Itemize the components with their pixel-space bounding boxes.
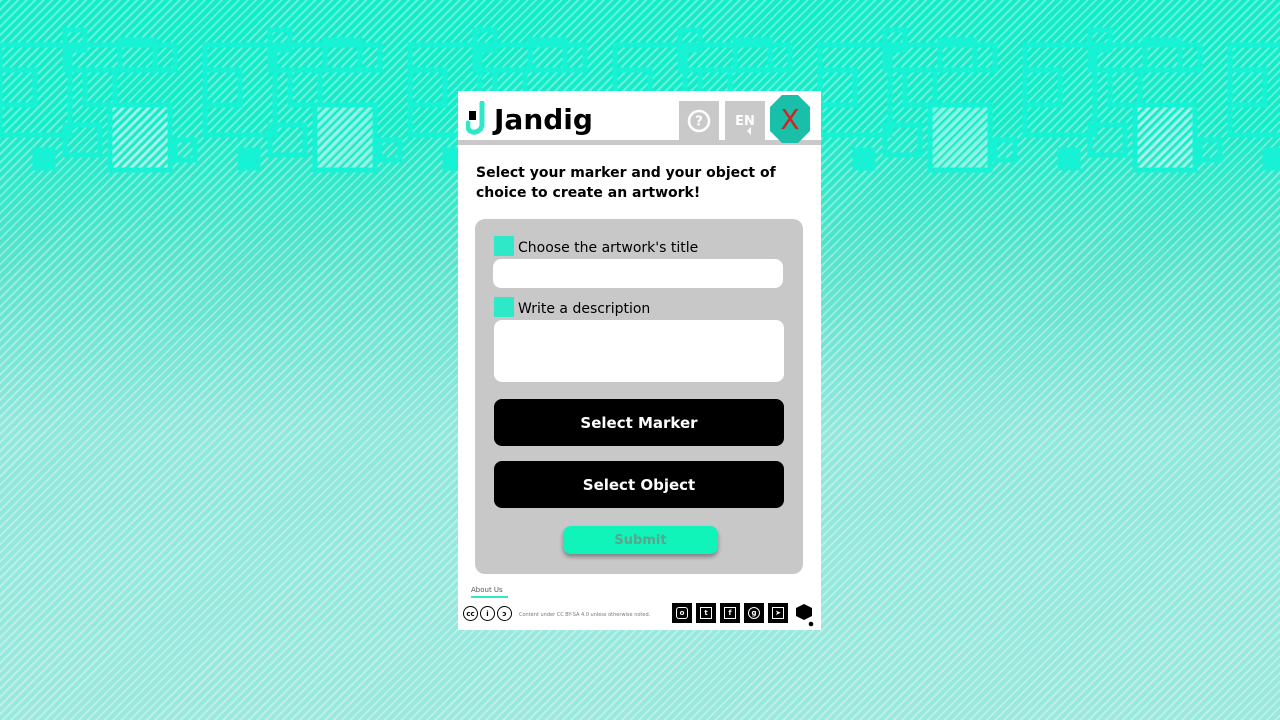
- facebook-link[interactable]: f: [720, 603, 740, 623]
- cc-license-badge[interactable]: cc i ↄ: [463, 606, 514, 621]
- close-button[interactable]: X: [770, 95, 810, 143]
- intro-text: Select your marker and your object of ch…: [476, 165, 776, 201]
- jandig-logo-icon: [466, 101, 485, 135]
- by-icon: i: [480, 606, 495, 621]
- description-field-label: Write a description: [494, 297, 650, 317]
- description-label-text: Write a description: [518, 301, 651, 317]
- description-textarea[interactable]: [494, 320, 784, 382]
- title-field-label: Choose the artwork's title: [494, 236, 698, 256]
- instagram-icon: o: [676, 607, 688, 619]
- jandig-logo[interactable]: Jandig: [466, 101, 593, 137]
- social-links: o t f g ➤: [672, 603, 792, 623]
- app-name: Jandig: [494, 102, 593, 136]
- about-us-link[interactable]: About Us: [471, 586, 508, 598]
- language-label: EN: [735, 113, 755, 129]
- header: Jandig ? EN X: [458, 91, 821, 145]
- close-icon: X: [780, 102, 800, 136]
- description-label-marker: [494, 297, 514, 317]
- github-link[interactable]: g: [744, 603, 764, 623]
- sa-icon: ↄ: [497, 606, 512, 621]
- select-marker-button[interactable]: Select Marker: [494, 399, 784, 446]
- twitter-icon: t: [700, 607, 712, 619]
- cc-icon: cc: [463, 606, 478, 621]
- title-input[interactable]: [493, 259, 783, 288]
- title-label-marker: [494, 236, 514, 256]
- facebook-icon: f: [724, 607, 736, 619]
- help-icon: ?: [687, 109, 711, 133]
- instagram-link[interactable]: o: [672, 603, 692, 623]
- github-icon: g: [748, 607, 760, 619]
- telegram-icon: ➤: [772, 607, 784, 619]
- language-button[interactable]: EN: [725, 101, 765, 141]
- artwork-panel: Jandig ? EN X Select your marker and you…: [458, 91, 821, 630]
- telegram-link[interactable]: ➤: [768, 603, 788, 623]
- select-object-button[interactable]: Select Object: [494, 461, 784, 508]
- svg-text:?: ?: [695, 115, 703, 130]
- help-button[interactable]: ?: [679, 101, 719, 141]
- twitter-link[interactable]: t: [696, 603, 716, 623]
- submit-button[interactable]: Submit: [563, 526, 718, 554]
- license-text: Content under CC BY-SA 4.0 unless otherw…: [519, 612, 651, 618]
- title-label-text: Choose the artwork's title: [518, 240, 699, 256]
- hexagon-logo-icon[interactable]: [795, 603, 815, 627]
- artwork-form: Choose the artwork's title Write a descr…: [475, 219, 803, 574]
